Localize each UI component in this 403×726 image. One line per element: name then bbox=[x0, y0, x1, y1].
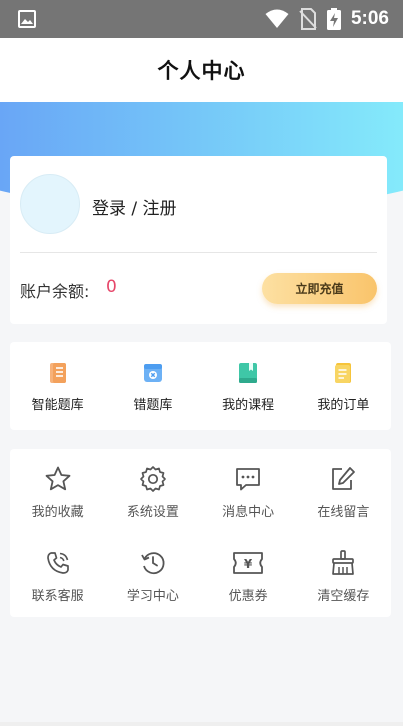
history-clock-icon bbox=[141, 552, 165, 575]
broom-icon bbox=[332, 550, 355, 575]
quick-item-my-orders[interactable]: 我的订单 bbox=[296, 342, 391, 430]
bottom-divider bbox=[0, 722, 403, 726]
menu-item-label: 清空缓存 bbox=[317, 589, 370, 604]
coupon-icon: ¥ bbox=[233, 552, 264, 574]
gallery-icon bbox=[18, 10, 36, 28]
svg-text:¥: ¥ bbox=[244, 557, 253, 571]
quick-item-wrong-question-bank[interactable]: 错题库 bbox=[105, 342, 200, 430]
smart-question-bank-icon bbox=[49, 363, 66, 383]
quick-item-label: 智能题库 bbox=[31, 398, 84, 413]
star-icon bbox=[45, 466, 71, 491]
quick-item-my-courses[interactable]: 我的课程 bbox=[201, 342, 296, 430]
my-courses-icon bbox=[239, 363, 258, 383]
login-register-link[interactable]: 登录 / 注册 bbox=[92, 194, 177, 219]
balance-label: 账户余额: bbox=[20, 282, 90, 301]
account-card: 登录 / 注册 账户余额: 0 立即充值 bbox=[10, 156, 387, 324]
gear-icon bbox=[140, 466, 166, 492]
nav-bar: 个人中心 bbox=[0, 38, 403, 102]
quick-item-label: 错题库 bbox=[133, 398, 173, 413]
divider bbox=[20, 252, 377, 253]
balance-value: 0 bbox=[106, 277, 117, 297]
menu-item-learning-center[interactable]: 学习中心 bbox=[105, 533, 200, 617]
no-sim-icon bbox=[299, 8, 317, 30]
quick-item-label: 我的课程 bbox=[222, 398, 275, 413]
edit-icon bbox=[332, 467, 356, 490]
phone-icon bbox=[46, 552, 69, 574]
my-orders-icon bbox=[335, 363, 352, 383]
menu-item-online-message[interactable]: 在线留言 bbox=[296, 449, 391, 533]
menu-item-label: 联系客服 bbox=[31, 589, 84, 604]
menu-item-label: 优惠券 bbox=[228, 589, 268, 604]
wrong-question-bank-icon bbox=[143, 364, 162, 382]
menu-item-coupons[interactable]: ¥ 优惠券 bbox=[201, 533, 296, 617]
menu-item-messages[interactable]: 消息中心 bbox=[201, 449, 296, 533]
menu-item-customer-service[interactable]: 联系客服 bbox=[10, 533, 105, 617]
menu-item-label: 我的收藏 bbox=[31, 505, 84, 520]
status-bar: 5:06 bbox=[0, 0, 403, 38]
menu-item-label: 系统设置 bbox=[126, 505, 179, 520]
menu-item-settings[interactable]: 系统设置 bbox=[105, 449, 200, 533]
menu-item-clear-cache[interactable]: 清空缓存 bbox=[296, 533, 391, 617]
status-time: 5:06 bbox=[350, 8, 389, 29]
menu-item-label: 消息中心 bbox=[222, 505, 275, 520]
recharge-button[interactable]: 立即充值 bbox=[262, 273, 377, 304]
menu-item-label: 在线留言 bbox=[317, 505, 370, 520]
battery-charging-icon bbox=[326, 8, 341, 30]
wifi-icon bbox=[265, 9, 289, 28]
avatar[interactable] bbox=[20, 174, 80, 234]
quick-item-smart-question-bank[interactable]: 智能题库 bbox=[10, 342, 105, 430]
message-icon bbox=[236, 468, 261, 491]
quick-item-label: 我的订单 bbox=[317, 398, 370, 413]
menu-grid: 我的收藏 系统设置 消息中心 在线留言 联系客服 学习中心 ¥ 优惠券 清空缓存 bbox=[10, 449, 391, 617]
menu-item-favorites[interactable]: 我的收藏 bbox=[10, 449, 105, 533]
quick-actions: 智能题库 错题库 我的课程 我的订单 bbox=[10, 342, 391, 430]
menu-item-label: 学习中心 bbox=[126, 589, 179, 604]
page-title: 个人中心 bbox=[157, 59, 246, 83]
